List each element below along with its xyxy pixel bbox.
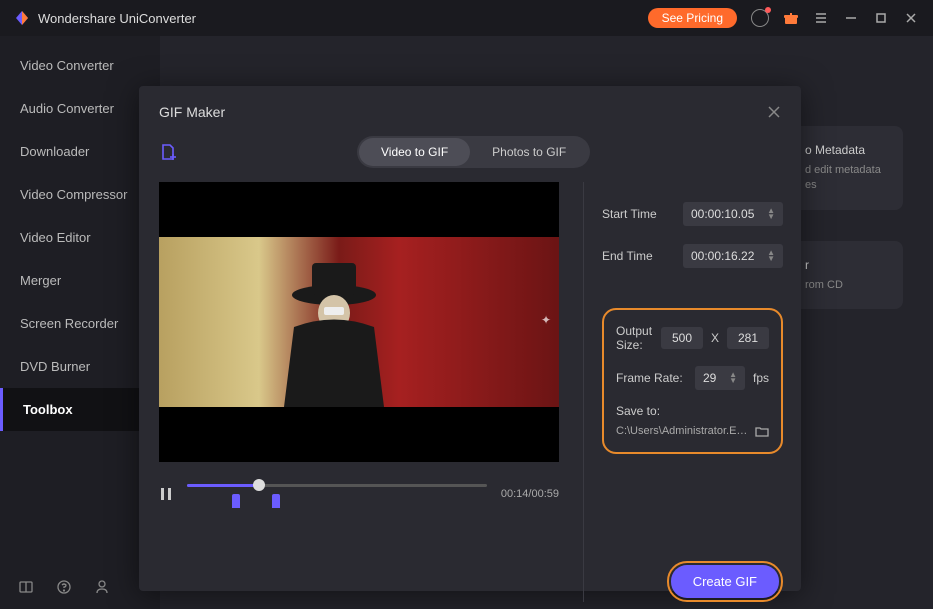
minimize-icon[interactable] (843, 10, 859, 26)
bg-card-desc: d edit metadata es (805, 163, 891, 194)
video-frame: ✦ (159, 237, 559, 407)
titlebar-left: Wondershare UniConverter (14, 10, 196, 26)
start-time-label: Start Time (602, 207, 657, 221)
app-title: Wondershare UniConverter (38, 11, 196, 26)
frame-rate-input[interactable]: 29 ▲▼ (695, 366, 745, 390)
save-to-label: Save to: (616, 404, 769, 418)
video-frame-content (274, 257, 394, 407)
output-height-input[interactable] (727, 327, 769, 349)
folder-icon[interactable] (755, 424, 769, 438)
timeline-thumb[interactable] (253, 479, 265, 491)
modal-title: GIF Maker (159, 104, 225, 120)
create-gif-highlight: Create GIF (667, 561, 783, 602)
bg-card-cd-desc: rom CD (805, 278, 891, 293)
tab-photos-to-gif[interactable]: Photos to GIF (470, 138, 588, 166)
tab-group: Video to GIF Photos to GIF (357, 136, 590, 168)
bg-card-metadata: o Metadata d edit metadata es (793, 126, 903, 210)
watermark-icon: ✦ (541, 313, 551, 327)
sidebar-item-screen-recorder[interactable]: Screen Recorder (0, 302, 160, 345)
output-size-sep: X (711, 331, 719, 345)
output-width-input[interactable] (661, 327, 703, 349)
tab-video-to-gif[interactable]: Video to GIF (359, 138, 470, 166)
add-file-icon[interactable] (159, 143, 177, 161)
frame-rate-unit: fps (753, 371, 769, 385)
titlebar-controls: See Pricing (648, 8, 919, 28)
sidebar-item-video-converter[interactable]: Video Converter (0, 44, 160, 87)
timeline[interactable] (187, 480, 487, 508)
sidebar-item-audio-converter[interactable]: Audio Converter (0, 87, 160, 130)
close-icon[interactable] (903, 10, 919, 26)
bg-card-cd: r rom CD (793, 241, 903, 309)
frame-rate-label: Frame Rate: (616, 371, 687, 385)
range-markers (232, 494, 280, 508)
user-icon[interactable] (94, 579, 110, 595)
modal-close-icon[interactable] (767, 105, 781, 119)
menu-icon[interactable] (813, 10, 829, 26)
content-area: o Metadata d edit metadata es r rom CD G… (160, 36, 933, 609)
gift-icon[interactable] (783, 10, 799, 26)
video-preview[interactable]: ✦ (159, 182, 559, 462)
range-start-marker[interactable] (232, 494, 240, 508)
upload-row: Video to GIF Photos to GIF (159, 136, 781, 168)
app-logo-icon (14, 10, 30, 26)
output-size-label: Output Size: (616, 324, 653, 352)
gif-maker-modal: GIF Maker Video to GIF Photos to GIF (139, 86, 801, 591)
bg-card-title: o Metadata (805, 142, 891, 159)
timeline-progress (187, 484, 259, 487)
create-gif-button[interactable]: Create GIF (671, 565, 779, 598)
range-end-marker[interactable] (272, 494, 280, 508)
sidebar: Video Converter Audio Converter Download… (0, 36, 160, 609)
sidebar-footer (0, 565, 160, 609)
frame-rate-row: Frame Rate: 29 ▲▼ fps (616, 366, 769, 390)
sidebar-item-dvd-burner[interactable]: DVD Burner (0, 345, 160, 388)
output-size-row: Output Size: X (616, 324, 769, 352)
maximize-icon[interactable] (873, 10, 889, 26)
preview-column: ✦ (159, 182, 559, 602)
save-path-row: C:\Users\Administrator.EIZE5 (616, 424, 769, 438)
timecode: 00:14/00:59 (501, 488, 559, 500)
pause-icon[interactable] (159, 487, 173, 501)
sidebar-item-merger[interactable]: Merger (0, 259, 160, 302)
avatar-icon[interactable] (751, 9, 769, 27)
settings-column: Start Time 00:00:10.05 ▲▼ End Time 00:00… (583, 182, 783, 602)
tutorial-icon[interactable] (18, 579, 34, 595)
start-time-value: 00:00:10.05 (691, 207, 754, 221)
end-time-label: End Time (602, 249, 653, 263)
sidebar-item-video-compressor[interactable]: Video Compressor (0, 173, 160, 216)
end-time-input[interactable]: 00:00:16.22 ▲▼ (683, 244, 783, 268)
see-pricing-button[interactable]: See Pricing (648, 8, 737, 28)
start-time-input[interactable]: 00:00:10.05 ▲▼ (683, 202, 783, 226)
end-time-row: End Time 00:00:16.22 ▲▼ (602, 244, 783, 268)
bg-card-cd-title: r (805, 257, 891, 274)
end-time-value: 00:00:16.22 (691, 249, 754, 263)
output-settings-group: Output Size: X Frame Rate: 29 ▲▼ fps (602, 308, 783, 454)
titlebar: Wondershare UniConverter See Pricing (0, 0, 933, 36)
player-controls: 00:14/00:59 (159, 480, 559, 508)
sidebar-item-toolbox[interactable]: Toolbox (0, 388, 160, 431)
sidebar-item-downloader[interactable]: Downloader (0, 130, 160, 173)
sidebar-item-video-editor[interactable]: Video Editor (0, 216, 160, 259)
help-icon[interactable] (56, 579, 72, 595)
frame-rate-value: 29 (703, 371, 716, 385)
modal-header: GIF Maker (159, 104, 781, 120)
save-path: C:\Users\Administrator.EIZE5 (616, 425, 749, 437)
start-time-row: Start Time 00:00:10.05 ▲▼ (602, 202, 783, 226)
